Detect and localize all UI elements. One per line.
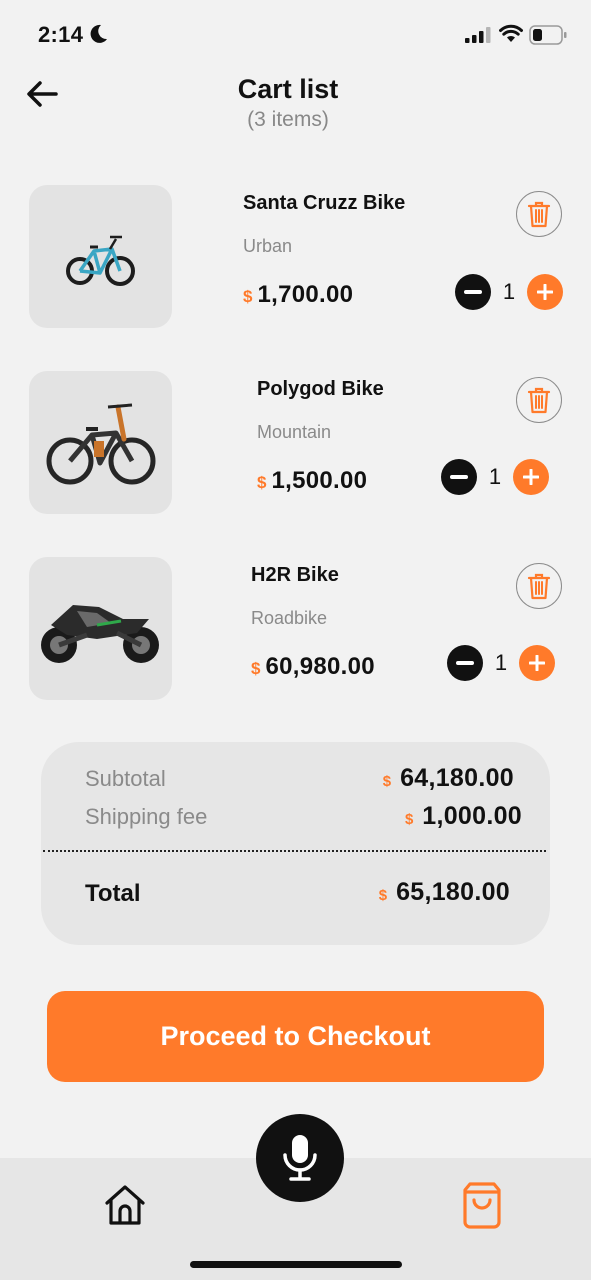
trash-icon: [527, 387, 551, 414]
checkout-button[interactable]: Proceed to Checkout: [47, 991, 544, 1082]
minus-icon: [456, 661, 474, 665]
plus-icon: [537, 284, 553, 300]
subtotal-value: $ 64,180.00: [383, 764, 514, 793]
mountain-bike-teal-icon: [65, 235, 135, 286]
battery-icon: [529, 25, 567, 50]
shipping-fee-label: Shipping fee: [85, 804, 208, 829]
currency-symbol: $: [404, 811, 414, 828]
signal-icon: [465, 27, 491, 48]
decrease-button[interactable]: [455, 274, 491, 310]
status-bar: 2:14: [0, 0, 591, 70]
currency-symbol: $: [257, 473, 267, 492]
home-icon: [105, 1185, 145, 1225]
currency-symbol: $: [251, 659, 261, 678]
product-name: Santa Cruzz Bike: [243, 192, 406, 214]
total-label: Total: [85, 880, 141, 907]
product-price: $ 60,980.00: [251, 653, 375, 681]
subtotal-label: Subtotal: [85, 766, 166, 791]
product-price: $ 1,700.00: [243, 281, 353, 309]
increase-button[interactable]: [527, 274, 563, 310]
product-category: Mountain: [257, 422, 332, 442]
delete-button[interactable]: [516, 563, 562, 609]
increase-button[interactable]: [513, 459, 549, 495]
shopping-bag-icon: [463, 1182, 501, 1229]
nav-cart[interactable]: [456, 1180, 508, 1232]
minus-icon: [464, 290, 482, 294]
cart-item: H2R Bike Roadbike $ 60,980.00 1: [0, 557, 591, 702]
product-name: H2R Bike: [251, 564, 339, 586]
delete-button[interactable]: [516, 377, 562, 423]
cart-item: Polygod Bike Mountain $ 1,500.00 1: [0, 371, 591, 516]
increase-button[interactable]: [519, 645, 555, 681]
dotted-divider: [43, 850, 546, 852]
shipping-fee-amount: 1,000.00: [422, 802, 522, 830]
voice-search-button[interactable]: [256, 1114, 344, 1202]
currency-symbol: $: [382, 773, 392, 790]
product-name: Polygod Bike: [257, 378, 384, 400]
delete-button[interactable]: [516, 191, 562, 237]
shipping-fee-value: $ 1,000.00: [405, 802, 522, 831]
sport-motorcycle-icon: [40, 604, 159, 663]
quantity-stepper: 1: [447, 645, 555, 681]
quantity-value: 1: [502, 279, 516, 304]
plus-icon: [529, 655, 545, 671]
cart-item: Santa Cruzz Bike Urban $ 1,700.00 1: [0, 185, 591, 330]
total-value: $ 65,180.00: [379, 878, 510, 907]
decrease-button[interactable]: [447, 645, 483, 681]
product-image[interactable]: [29, 371, 172, 514]
nav-home[interactable]: [100, 1180, 150, 1230]
item-count: (3 items): [247, 108, 329, 131]
page-title: Cart list: [237, 74, 339, 104]
currency-symbol: $: [243, 287, 253, 306]
order-summary: Subtotal $ 64,180.00 Shipping fee $ 1,00…: [41, 742, 550, 945]
microphone-icon: [283, 1135, 317, 1181]
quantity-stepper: 1: [455, 274, 563, 310]
product-price: $ 1,500.00: [257, 467, 367, 495]
price-value: 60,980.00: [265, 653, 375, 680]
downhill-bike-orange-icon: [46, 403, 155, 484]
total-amount: 65,180.00: [396, 878, 510, 906]
plus-icon: [523, 469, 539, 485]
status-time: 2:14: [38, 22, 84, 47]
product-image[interactable]: [29, 185, 172, 328]
price-value: 1,700.00: [257, 281, 354, 308]
decrease-button[interactable]: [441, 459, 477, 495]
wifi-icon: [499, 24, 523, 48]
quantity-stepper: 1: [441, 459, 549, 495]
trash-icon: [527, 201, 551, 228]
currency-symbol: $: [378, 887, 388, 904]
minus-icon: [450, 475, 468, 479]
product-category: Urban: [243, 236, 293, 256]
product-category: Roadbike: [251, 608, 328, 628]
price-value: 1,500.00: [271, 467, 368, 494]
moon-icon: [90, 24, 108, 49]
trash-icon: [527, 573, 551, 600]
quantity-value: 1: [488, 464, 502, 489]
home-indicator: [190, 1261, 402, 1268]
product-image[interactable]: [29, 557, 172, 700]
quantity-value: 1: [494, 650, 508, 675]
subtotal-amount: 64,180.00: [400, 764, 514, 792]
